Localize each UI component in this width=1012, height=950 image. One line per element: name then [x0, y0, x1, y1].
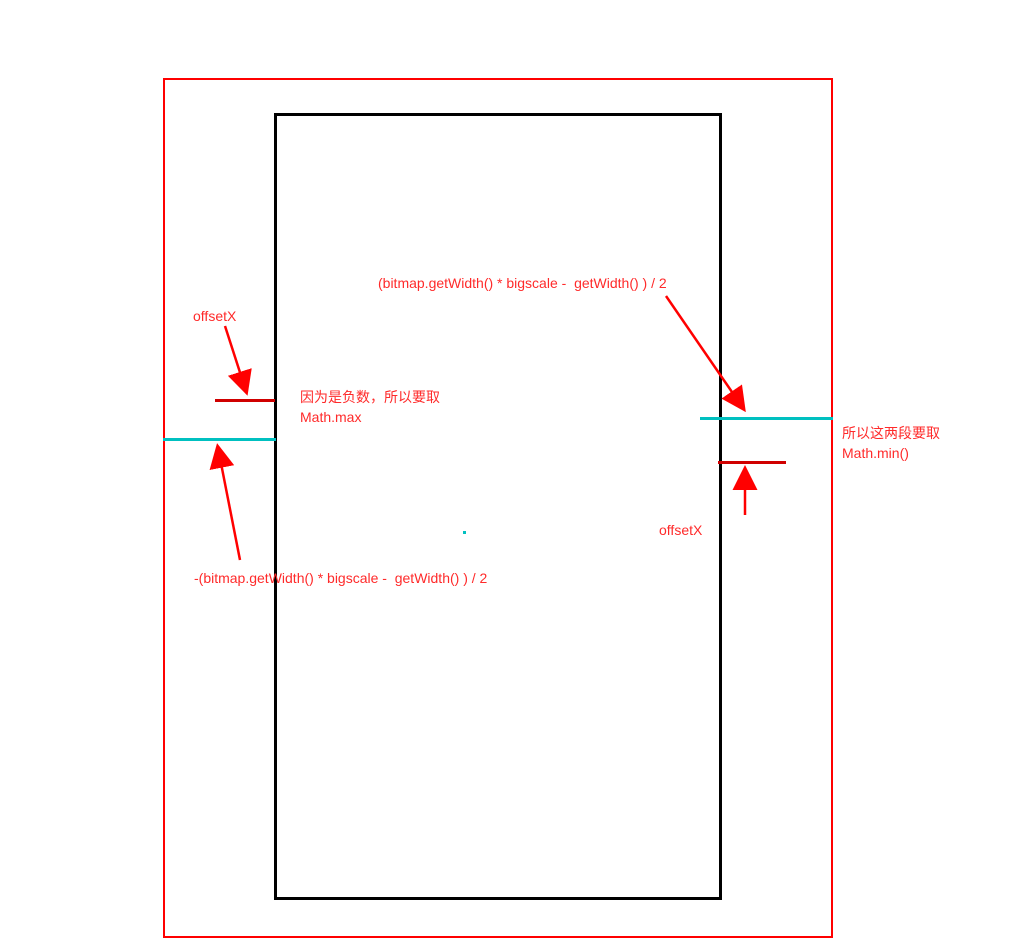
- diagram-stage: offsetX 因为是负数，所以要取 Math.max (bitmap.getW…: [0, 0, 1012, 950]
- dot-artifact: [463, 531, 466, 534]
- arrow-icon-offsetx-left: [0, 0, 1012, 950]
